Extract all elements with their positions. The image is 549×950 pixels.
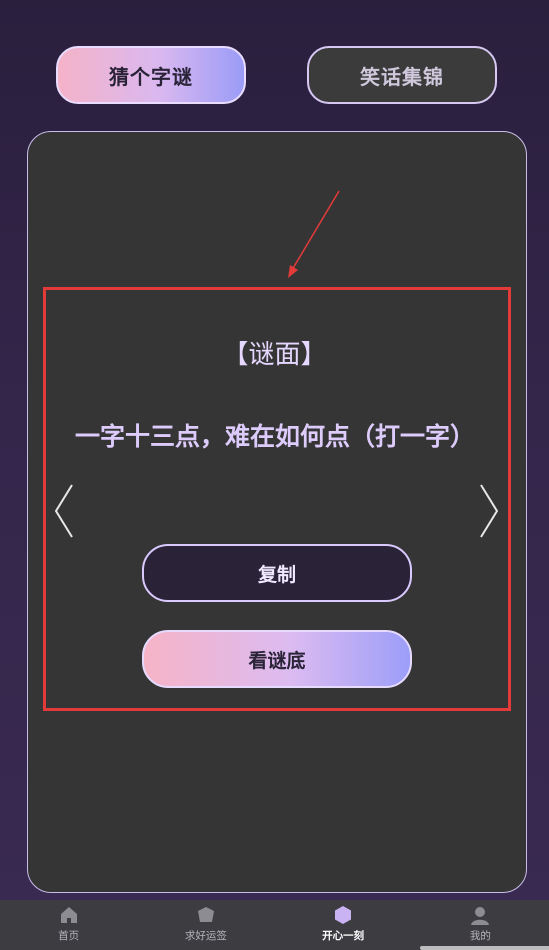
hexagon-icon <box>335 906 352 924</box>
chevron-left-icon[interactable] <box>53 483 75 539</box>
nav-label: 首页 <box>58 930 80 942</box>
nav-label: 我的 <box>469 930 491 942</box>
home-indicator <box>420 946 549 950</box>
nav-label: 开心一刻 <box>322 930 365 942</box>
nav-item-profile[interactable]: 我的 <box>412 900 549 950</box>
riddle-heading: 【谜面】 <box>222 340 327 370</box>
pentagon-icon <box>197 907 214 922</box>
nav-item-fortune[interactable]: 求好运签 <box>137 900 274 950</box>
bottom-nav: 首页 求好运签 开心一刻 我的 <box>0 900 549 950</box>
copy-button[interactable]: 复制 <box>142 544 412 602</box>
home-icon <box>60 907 77 923</box>
nav-label: 求好运签 <box>184 930 227 942</box>
user-icon <box>471 907 490 925</box>
nav-item-happy-moment[interactable]: 开心一刻 <box>275 900 412 950</box>
nav-item-home[interactable]: 首页 <box>0 900 137 950</box>
chevron-right-icon[interactable] <box>478 483 500 539</box>
riddle-text: 一字十三点，难在如何点（打一字） <box>74 422 475 451</box>
show-answer-button[interactable]: 看谜底 <box>142 630 412 688</box>
